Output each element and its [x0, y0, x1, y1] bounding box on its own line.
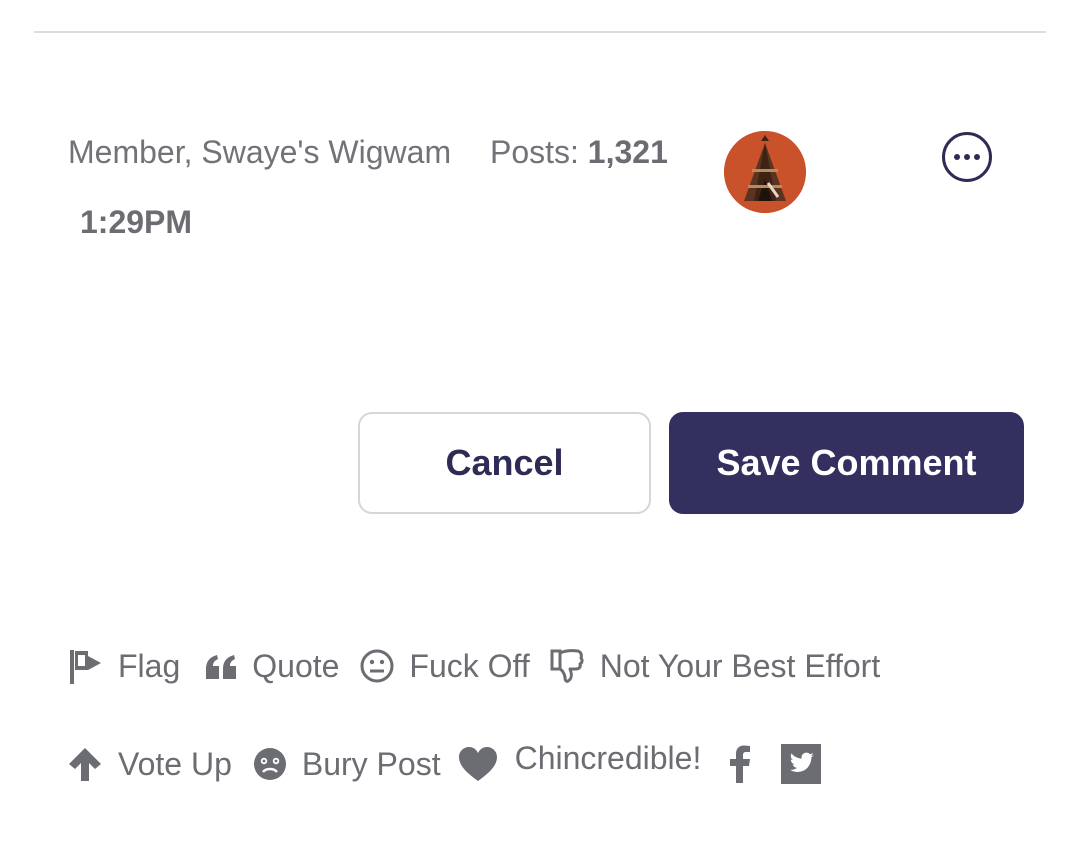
reactions-row-1: Flag Quote Fuck Off Not Your Best Effort — [66, 646, 880, 686]
chincredible-action[interactable]: Chincredible! — [457, 740, 701, 783]
fuck-off-action[interactable]: Fuck Off — [359, 647, 530, 685]
more-dot-icon — [974, 154, 980, 160]
author-meta: Member, Swaye's Wigwam Posts: 1,321 — [68, 134, 668, 171]
top-divider — [34, 31, 1046, 33]
bury-post-action[interactable]: Bury Post — [252, 746, 441, 783]
thumbs-down-icon — [550, 647, 586, 685]
fuck-off-label: Fuck Off — [409, 647, 530, 684]
more-dot-icon — [964, 154, 970, 160]
not-your-best-effort-action[interactable]: Not Your Best Effort — [550, 647, 880, 685]
posts-label: Posts: — [489, 134, 579, 170]
reactions-row-2: Vote Up Bury Post Chincredible! — [66, 740, 822, 784]
facebook-share-button[interactable] — [729, 745, 751, 783]
vote-up-action[interactable]: Vote Up — [66, 745, 232, 783]
flag-label: Flag — [118, 647, 181, 684]
teepee-avatar-icon — [724, 131, 806, 213]
save-comment-button[interactable]: Save Comment — [669, 412, 1024, 514]
posts-count: 1,321 — [587, 134, 668, 170]
not-your-best-effort-label: Not Your Best Effort — [599, 647, 881, 684]
bury-post-label: Bury Post — [301, 745, 441, 782]
quote-action[interactable]: Quote — [204, 648, 339, 685]
flag-action[interactable]: Flag — [66, 646, 180, 686]
member-role: Member, Swaye's Wigwam — [68, 134, 452, 170]
quote-icon — [204, 651, 238, 681]
flag-icon — [66, 646, 104, 686]
avatar[interactable] — [724, 131, 806, 213]
bury-face-icon — [252, 746, 288, 782]
facebook-icon — [729, 745, 751, 783]
twitter-icon — [781, 744, 822, 784]
cancel-button[interactable]: Cancel — [358, 412, 651, 514]
arrow-up-icon — [66, 745, 104, 783]
quote-label: Quote — [252, 647, 340, 684]
twitter-share-button[interactable] — [781, 744, 822, 784]
neutral-face-icon — [359, 648, 395, 684]
vote-up-label: Vote Up — [118, 745, 232, 782]
comment-time: 1:29PM — [80, 204, 193, 240]
heart-icon — [457, 745, 499, 783]
chincredible-label: Chincredible! — [514, 739, 702, 776]
more-options-button[interactable] — [942, 132, 992, 182]
more-dot-icon — [954, 154, 960, 160]
